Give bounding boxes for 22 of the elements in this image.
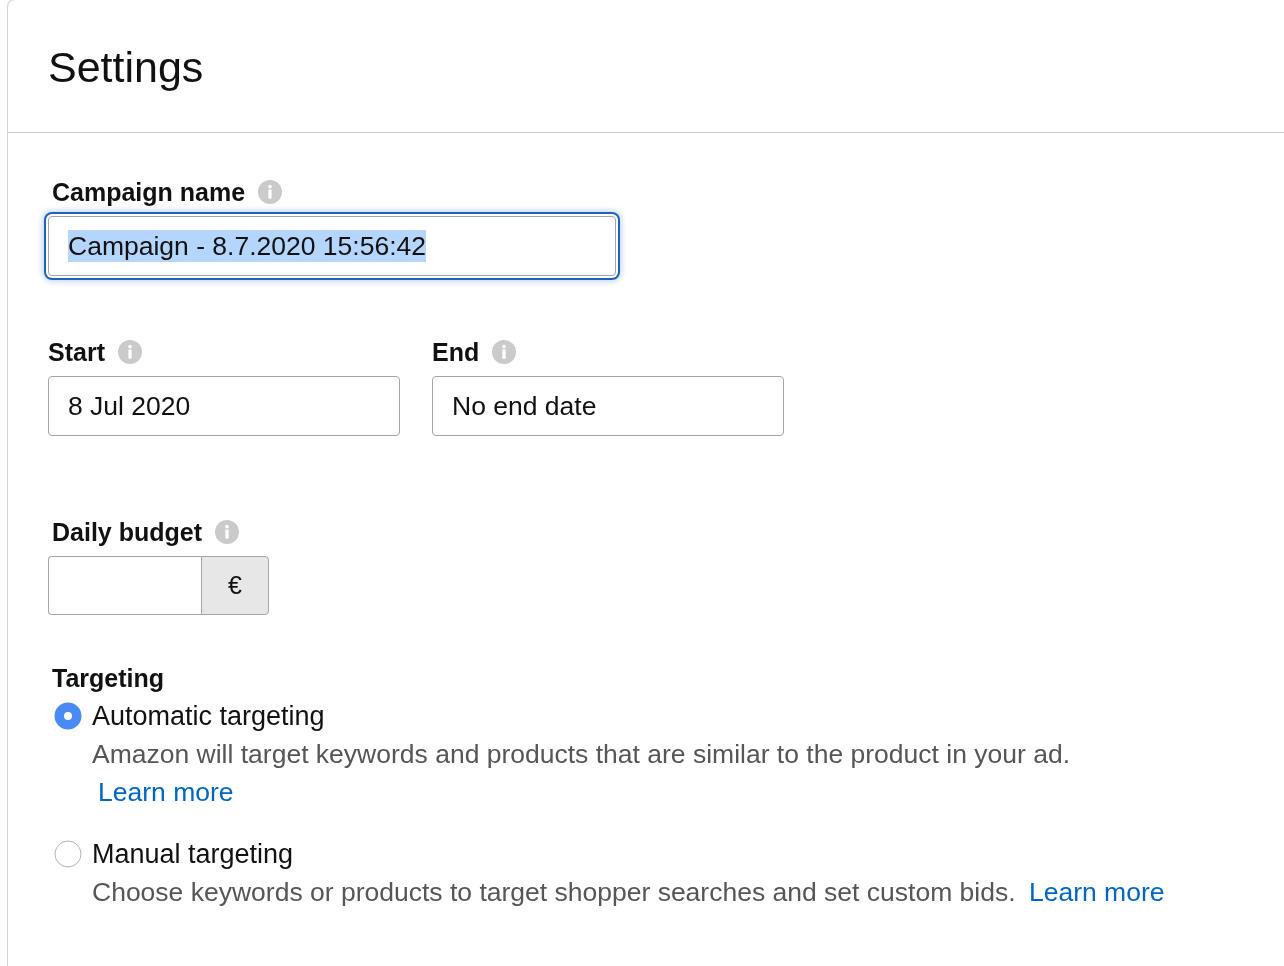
info-icon[interactable] bbox=[258, 180, 283, 204]
currency-addon: € bbox=[201, 556, 269, 615]
field-label: Daily budget bbox=[52, 517, 202, 547]
learn-more-link[interactable]: Learn more bbox=[1028, 877, 1165, 907]
panel-title: Settings bbox=[48, 42, 204, 93]
date-field[interactable]: No end date bbox=[432, 376, 784, 436]
radio-button[interactable] bbox=[54, 840, 82, 868]
option-label[interactable]: Automatic targeting bbox=[92, 701, 325, 731]
info-icon[interactable] bbox=[117, 340, 142, 364]
field-label: Start bbox=[48, 337, 105, 367]
date-field[interactable]: 8 Jul 2020 bbox=[48, 376, 400, 436]
field-label: Campaign name bbox=[52, 177, 246, 207]
section-label: Targeting bbox=[52, 663, 165, 693]
info-icon[interactable] bbox=[215, 520, 239, 544]
budget-input[interactable] bbox=[48, 556, 201, 615]
learn-more-link[interactable]: Learn more bbox=[98, 777, 234, 807]
option-description: Choose keywords or products to target shopper searches and set custom bids. Learn more bbox=[92, 876, 1166, 909]
option-label[interactable]: Manual targeting bbox=[92, 839, 294, 869]
radio-button[interactable] bbox=[54, 702, 82, 730]
field-label: End bbox=[432, 337, 480, 367]
option-description: Amazon will target keywords and products that are similar to the product in your ad. Learn more bbox=[92, 738, 1072, 809]
info-icon[interactable] bbox=[492, 340, 517, 364]
